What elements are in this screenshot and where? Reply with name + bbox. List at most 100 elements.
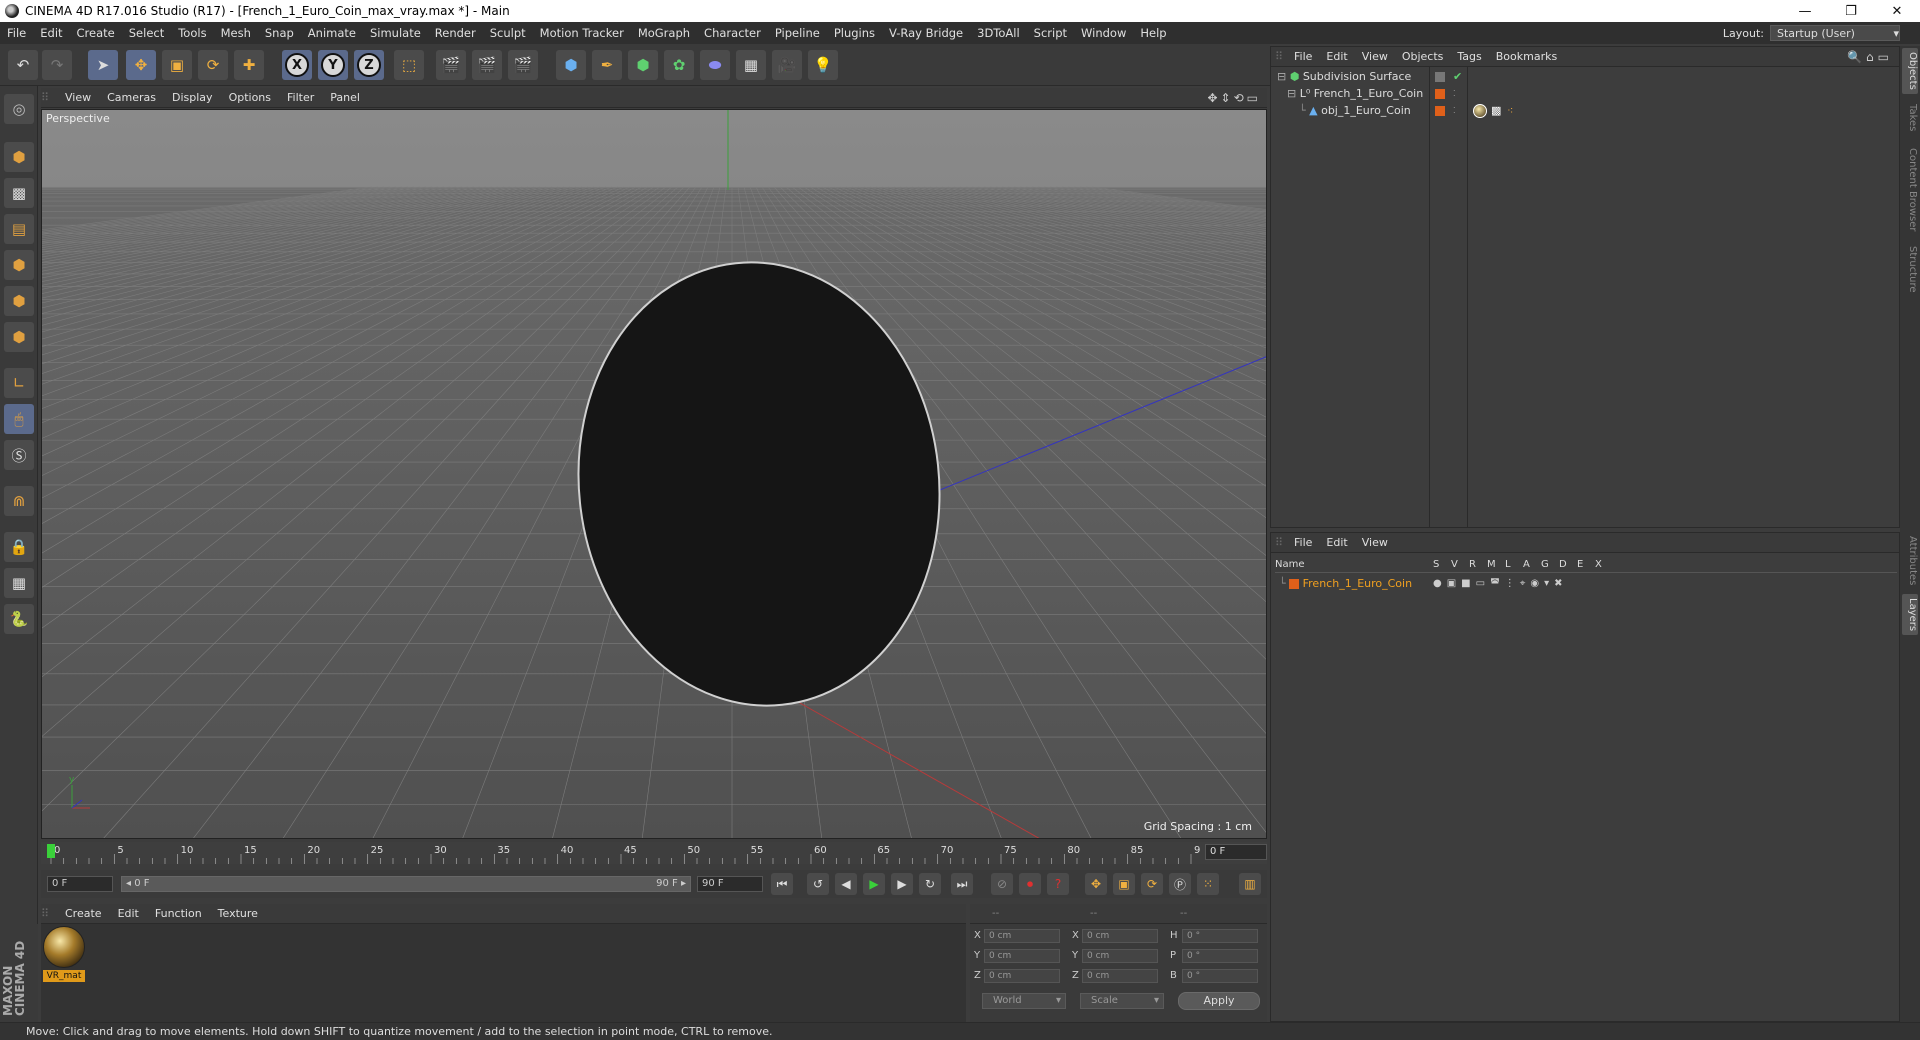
- material-item[interactable]: VR_mat: [41, 924, 89, 986]
- menu-window[interactable]: Window: [1074, 26, 1133, 40]
- current-frame-field[interactable]: 0 F: [1205, 844, 1267, 860]
- solo-button[interactable]: Ⓢ: [4, 440, 34, 470]
- viewport-navigation-icons[interactable]: ✥⇕⟲▭: [1207, 91, 1261, 105]
- autokey-button[interactable]: ⏺: [1019, 873, 1041, 895]
- model-mode-button[interactable]: ⬢: [4, 142, 34, 172]
- make-editable-button[interactable]: ◎: [4, 94, 34, 124]
- menu-render[interactable]: Render: [428, 26, 483, 40]
- perspective-viewport[interactable]: y Perspective Grid Spacing : 1 cm: [41, 109, 1267, 839]
- objects-menu-view[interactable]: View: [1355, 50, 1395, 63]
- tab-objects[interactable]: Objects: [1902, 48, 1918, 94]
- menu-edit[interactable]: Edit: [33, 26, 69, 40]
- viewport-menu-panel[interactable]: Panel: [322, 91, 368, 104]
- layers-menu-file[interactable]: File: [1287, 536, 1319, 549]
- add-deformer-button[interactable]: ⬬: [700, 50, 730, 80]
- layer-toggle-icons[interactable]: ●▣■▭◚⋮⌖◉▾✖: [1433, 575, 1568, 592]
- menu-3dtoall[interactable]: 3DToAll: [970, 26, 1027, 40]
- enabled-check-icon[interactable]: ✔: [1453, 68, 1462, 85]
- menu-pipeline[interactable]: Pipeline: [768, 26, 827, 40]
- axis-mode-button[interactable]: ∟: [4, 368, 34, 398]
- position-x-field[interactable]: 0 cm: [984, 929, 1060, 943]
- viewport-menu-display[interactable]: Display: [164, 91, 221, 104]
- go-to-end-button[interactable]: ⏭: [951, 873, 973, 895]
- add-array-button[interactable]: ✿: [664, 50, 694, 80]
- objects-menu-file[interactable]: File: [1287, 50, 1319, 63]
- workplane-mode-button[interactable]: ▤: [4, 214, 34, 244]
- tab-layers[interactable]: Layers: [1902, 594, 1918, 636]
- coordinate-system-button[interactable]: ⬚: [394, 50, 424, 80]
- next-key-button[interactable]: ↻: [919, 873, 941, 895]
- visibility-dots-icon[interactable]: ⁚: [1453, 102, 1456, 119]
- rotation-b-field[interactable]: 0 °: [1182, 969, 1258, 983]
- render-view-button[interactable]: 🎬: [436, 50, 466, 80]
- objects-menu-tags[interactable]: Tags: [1450, 50, 1488, 63]
- viewport-menu-cameras[interactable]: Cameras: [99, 91, 164, 104]
- close-button[interactable]: ✕: [1874, 0, 1920, 22]
- search-home-icons[interactable]: 🔍⌂▭: [1847, 50, 1893, 64]
- phong-tag-icon[interactable]: ⁖: [1507, 102, 1513, 119]
- object-row-french-1-euro-coin[interactable]: ⊟ L⁰ French_1_Euro_Coin ⁚: [1287, 85, 1897, 102]
- record-point-level-button[interactable]: ⁙: [1197, 873, 1219, 895]
- menu-vray-bridge[interactable]: V-Ray Bridge: [882, 26, 970, 40]
- record-scale-button[interactable]: ▣: [1113, 873, 1135, 895]
- viewport-canvas[interactable]: y: [42, 110, 1267, 839]
- menu-motion-tracker[interactable]: Motion Tracker: [533, 26, 631, 40]
- menu-animate[interactable]: Animate: [301, 26, 363, 40]
- material-tag-icon[interactable]: [1473, 104, 1487, 118]
- position-y-field[interactable]: 0 cm: [984, 949, 1060, 963]
- python-script-button[interactable]: 🐍: [4, 604, 34, 634]
- position-z-field[interactable]: 0 cm: [984, 969, 1060, 983]
- lock-workplane-button[interactable]: 🔒: [4, 532, 34, 562]
- previous-frame-button[interactable]: ◀: [835, 873, 857, 895]
- texture-mode-button[interactable]: ▩: [4, 178, 34, 208]
- add-floor-button[interactable]: ▦: [736, 50, 766, 80]
- menu-mograph[interactable]: MoGraph: [631, 26, 697, 40]
- timeline-ruler[interactable]: 051015202530354045505560657075808590 0 F: [41, 842, 1267, 864]
- z-axis-lock-button[interactable]: Z: [354, 50, 384, 80]
- maximize-button[interactable]: ❐: [1828, 0, 1874, 22]
- menu-help[interactable]: Help: [1133, 26, 1173, 40]
- play-button[interactable]: ▶: [863, 873, 885, 895]
- menu-snap[interactable]: Snap: [258, 26, 301, 40]
- object-row-obj-1-euro-coin[interactable]: └ ▲ obj_1_Euro_Coin ⁚ ▩ ⁖: [1299, 102, 1897, 119]
- apply-button[interactable]: Apply: [1178, 992, 1260, 1010]
- undo-button[interactable]: ↶: [8, 50, 38, 80]
- render-picture-viewer-button[interactable]: 🎬: [472, 50, 502, 80]
- start-frame-field[interactable]: 0 F: [47, 876, 113, 892]
- objects-menu-bookmarks[interactable]: Bookmarks: [1489, 50, 1564, 63]
- layers-menu-edit[interactable]: Edit: [1319, 536, 1354, 549]
- minimize-button[interactable]: —: [1782, 0, 1828, 22]
- material-menu-edit[interactable]: Edit: [110, 907, 147, 920]
- menu-plugins[interactable]: Plugins: [827, 26, 882, 40]
- rotation-h-field[interactable]: 0 °: [1182, 929, 1258, 943]
- viewport-menu-options[interactable]: Options: [221, 91, 279, 104]
- keyframe-selection-button[interactable]: ?: [1047, 873, 1069, 895]
- x-axis-lock-button[interactable]: X: [282, 50, 312, 80]
- material-menu-create[interactable]: Create: [57, 907, 110, 920]
- polygons-mode-button[interactable]: ⬢: [4, 322, 34, 352]
- menu-script[interactable]: Script: [1027, 26, 1074, 40]
- viewport-menu-view[interactable]: View: [57, 91, 99, 104]
- layout-select[interactable]: Startup (User) ▾: [1770, 25, 1900, 41]
- object-row-subdivision-surface[interactable]: ⊟ ⬢ Subdivision Surface ✔: [1277, 68, 1897, 85]
- add-spline-button[interactable]: ✒: [592, 50, 622, 80]
- timeline-window-button[interactable]: ▥: [1239, 873, 1261, 895]
- menu-simulate[interactable]: Simulate: [363, 26, 428, 40]
- live-selection-button[interactable]: ➤: [88, 50, 118, 80]
- uvw-tag-icon[interactable]: ▩: [1491, 102, 1501, 119]
- menu-file[interactable]: File: [0, 26, 33, 40]
- transform-mode-select[interactable]: Scale ▾: [1080, 993, 1164, 1009]
- menu-select[interactable]: Select: [122, 26, 171, 40]
- redo-button[interactable]: ↷: [42, 50, 72, 80]
- move-tool-button[interactable]: ✥: [126, 50, 156, 80]
- visibility-dots-icon[interactable]: ⁚: [1453, 85, 1456, 102]
- menu-character[interactable]: Character: [697, 26, 768, 40]
- viewport-menu-filter[interactable]: Filter: [279, 91, 322, 104]
- add-camera-button[interactable]: 🎥: [772, 50, 802, 80]
- rotate-tool-button[interactable]: ⟳: [198, 50, 228, 80]
- menu-sculpt[interactable]: Sculpt: [483, 26, 533, 40]
- layer-row[interactable]: └ French_1_Euro_Coin ●▣■▭◚⋮⌖◉▾✖: [1279, 575, 1897, 592]
- edit-render-settings-button[interactable]: 🎬: [508, 50, 538, 80]
- objects-menu-objects[interactable]: Objects: [1395, 50, 1451, 63]
- preview-range-slider[interactable]: ◂ 0 F 90 F ▸: [121, 876, 691, 892]
